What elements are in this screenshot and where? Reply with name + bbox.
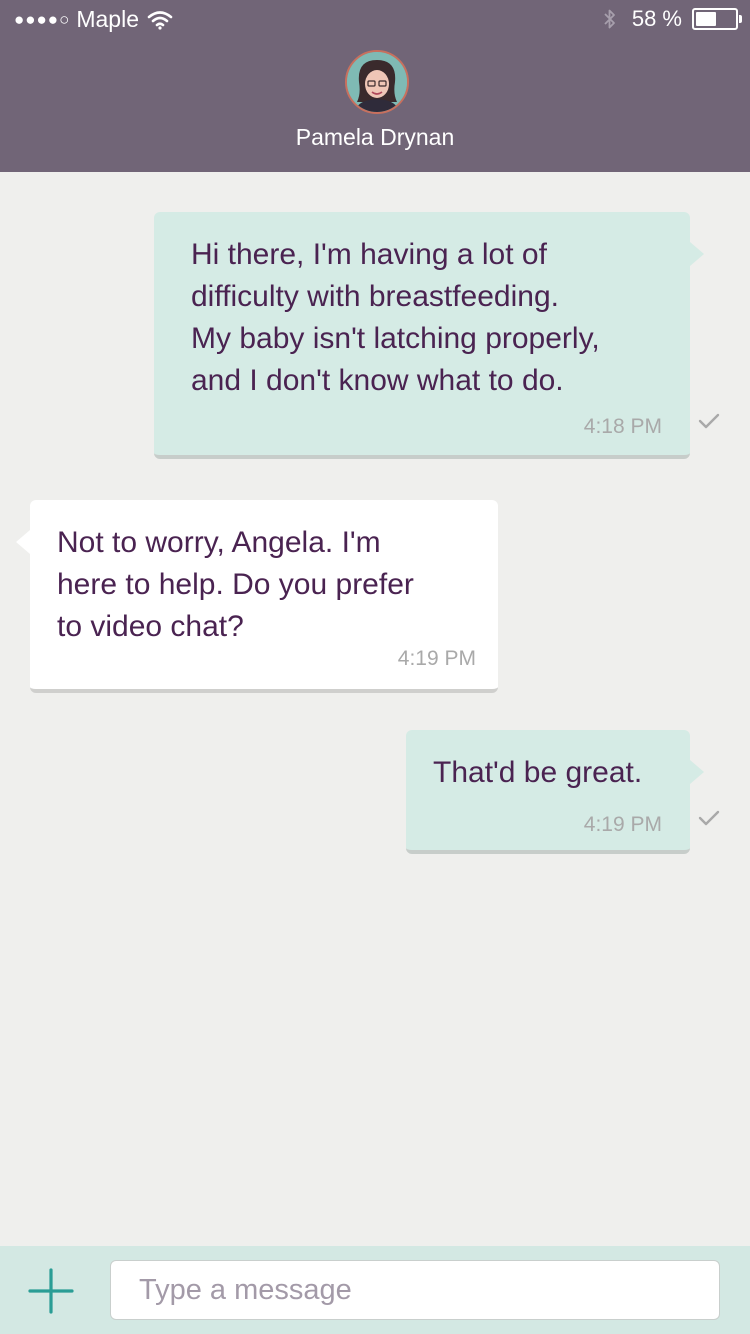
bluetooth-icon — [604, 9, 615, 29]
signal-strength-icon: ●●●●○ — [14, 9, 71, 29]
battery-percent: 58 % — [631, 6, 682, 31]
battery-fill — [696, 12, 716, 26]
message-text: Not to worry, Angela. I'm here to help. … — [57, 526, 414, 643]
wifi-icon — [147, 10, 173, 30]
status-bar: ●●●●○ Maple 58 % — [0, 0, 750, 40]
avatar-portrait-icon — [347, 52, 407, 112]
battery-tip — [739, 15, 742, 23]
checkmark-icon — [698, 413, 720, 429]
conversation-header: ●●●●○ Maple 58 % Pamela Drynan — [0, 0, 750, 172]
message-text: Hi there, I'm having a lot of difficulty… — [191, 238, 600, 397]
contact-name[interactable]: Pamela Drynan — [0, 124, 750, 151]
message-input[interactable] — [110, 1260, 720, 1320]
bubble-tail — [690, 242, 704, 266]
carrier-name: Maple — [76, 6, 139, 32]
contact-avatar[interactable] — [345, 50, 409, 114]
checkmark-icon — [698, 810, 720, 826]
message-time: 4:19 PM — [397, 647, 476, 670]
battery-icon — [692, 8, 742, 30]
status-right: 58 % — [602, 6, 742, 32]
bubble-tail — [690, 760, 704, 784]
status-left: ●●●●○ Maple — [14, 6, 173, 33]
message-time: 4:19 PM — [583, 813, 662, 836]
bubble-tail — [16, 530, 30, 554]
message-text: That'd be great. — [433, 756, 643, 789]
message-composer — [0, 1246, 750, 1334]
message-time: 4:18 PM — [583, 415, 662, 438]
message-bubble-outgoing[interactable]: Hi there, I'm having a lot of difficulty… — [154, 212, 704, 459]
message-bubble-outgoing[interactable]: That'd be great. 4:19 PM — [406, 730, 704, 854]
message-list[interactable]: Hi there, I'm having a lot of difficulty… — [0, 172, 750, 1246]
message-bubble-incoming[interactable]: Not to worry, Angela. I'm here to help. … — [16, 500, 498, 693]
plus-icon[interactable] — [28, 1268, 74, 1314]
